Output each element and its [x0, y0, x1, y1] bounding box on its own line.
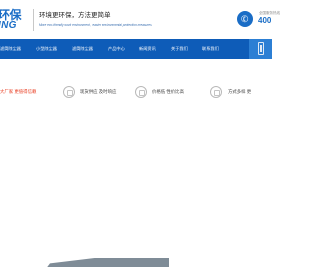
- site-logo[interactable]: 环保 ING: [0, 9, 30, 31]
- nav-item-products[interactable]: 产品中心: [108, 39, 125, 59]
- feature-text-price: 价格低 性价比高: [152, 89, 184, 94]
- nav-side-panel[interactable]: [249, 39, 272, 59]
- stock-icon: [63, 86, 75, 98]
- banner-area: 大厂家 更值得信赖 现货供应 及时响应 价格低 性价比高 方式多样 更: [0, 59, 272, 267]
- device-icon: [258, 42, 264, 55]
- nav-item-small-dust-collector[interactable]: 小型除尘器: [36, 39, 57, 59]
- nav-item-news[interactable]: 新闻资讯: [139, 39, 156, 59]
- slogan-english: More eco-friendly work environment , eas…: [39, 23, 152, 27]
- header-divider: [33, 9, 34, 31]
- main-nav: 滤筒除尘器 小型除尘器 滤筒除尘器 产品中心 新闻资讯 关于我们 联系我们: [0, 39, 272, 59]
- method-icon: [210, 86, 222, 98]
- nav-item-about[interactable]: 关于我们: [171, 39, 188, 59]
- logo-english-text: ING: [0, 20, 17, 31]
- phone-icon: ✆: [237, 11, 253, 27]
- feature-text-methods: 方式多样 更: [228, 89, 252, 94]
- nav-item-contact[interactable]: 联系我们: [202, 39, 219, 59]
- feature-text-reliable: 大厂家 更值得信赖: [0, 89, 37, 94]
- slogan-chinese: 环境更环保，方法更简单: [39, 12, 111, 19]
- feature-text-stock: 现货供应 及时响应: [80, 89, 117, 94]
- site-header: 环保 ING 环境更环保，方法更简单 More eco-friendly wor…: [0, 0, 280, 38]
- nav-item-filter-dust-collector-2[interactable]: 滤筒除尘器: [72, 39, 93, 59]
- nav-item-filter-dust-collector[interactable]: 滤筒除尘器: [0, 39, 21, 59]
- hotline-number[interactable]: 400: [258, 16, 271, 25]
- price-icon: [135, 86, 147, 98]
- hotline-label: 全国服务热线: [259, 11, 280, 15]
